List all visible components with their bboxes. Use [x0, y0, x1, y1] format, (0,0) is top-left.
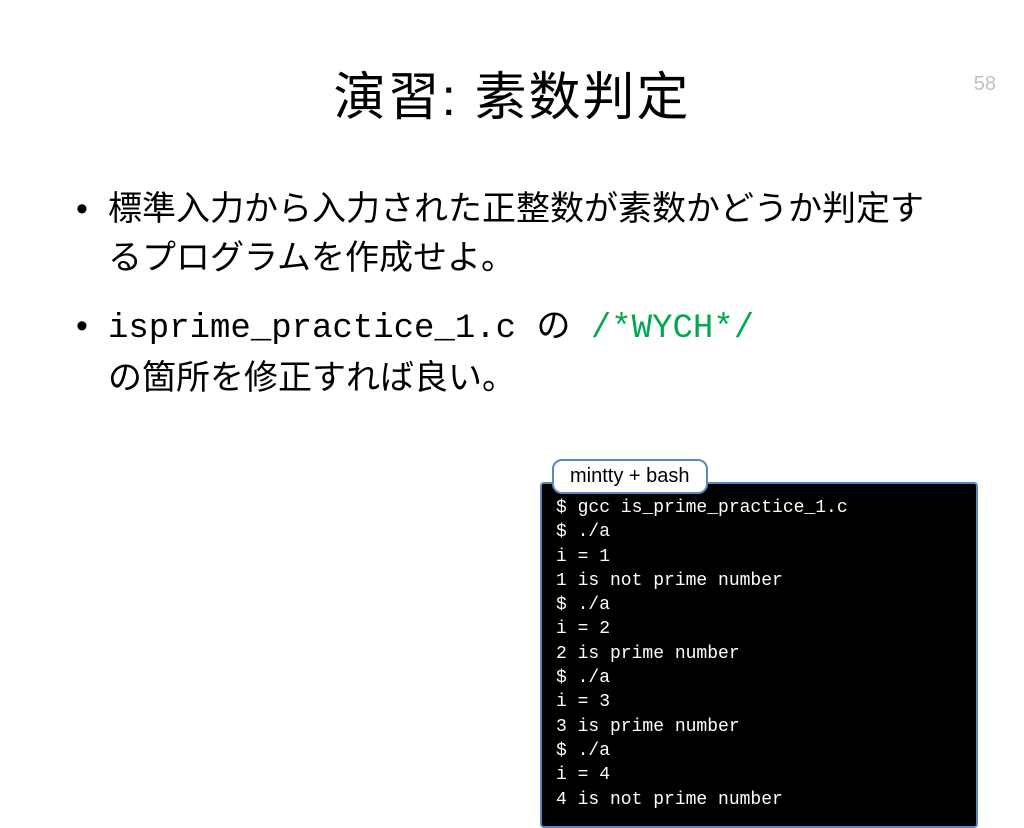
- slide-body: 標準入力から入力された正整数が素数かどうか判定するプログラムを作成せよ。 isp…: [70, 185, 954, 403]
- terminal-label: mintty + bash: [552, 459, 708, 494]
- page-number: 58: [974, 73, 996, 96]
- bullet-item-1: 標準入力から入力された正整数が素数かどうか判定するプログラムを作成せよ。: [70, 185, 954, 284]
- bullet-list: 標準入力から入力された正整数が素数かどうか判定するプログラムを作成せよ。 isp…: [70, 185, 954, 403]
- terminal-output: $ gcc is_prime_practice_1.c $ ./a i = 1 …: [540, 482, 978, 828]
- slide: 58 演習: 素数判定 標準入力から入力された正整数が素数かどうか判定するプログ…: [0, 55, 1024, 823]
- code-filename: isprime_practice_1.c の: [108, 310, 591, 348]
- slide-title: 演習: 素数判定: [0, 55, 1024, 130]
- terminal-container: mintty + bash $ gcc is_prime_practice_1.…: [540, 459, 978, 828]
- bullet-text: 標準入力から入力された正整数が素数かどうか判定するプログラムを作成せよ。: [108, 190, 924, 277]
- bullet-text-cont: の箇所を修正すれば良い。: [108, 359, 516, 397]
- bullet-item-2: isprime_practice_1.c の /*WYCH*/ の箇所を修正すれ…: [70, 302, 954, 404]
- code-comment: /*WYCH*/: [591, 310, 754, 348]
